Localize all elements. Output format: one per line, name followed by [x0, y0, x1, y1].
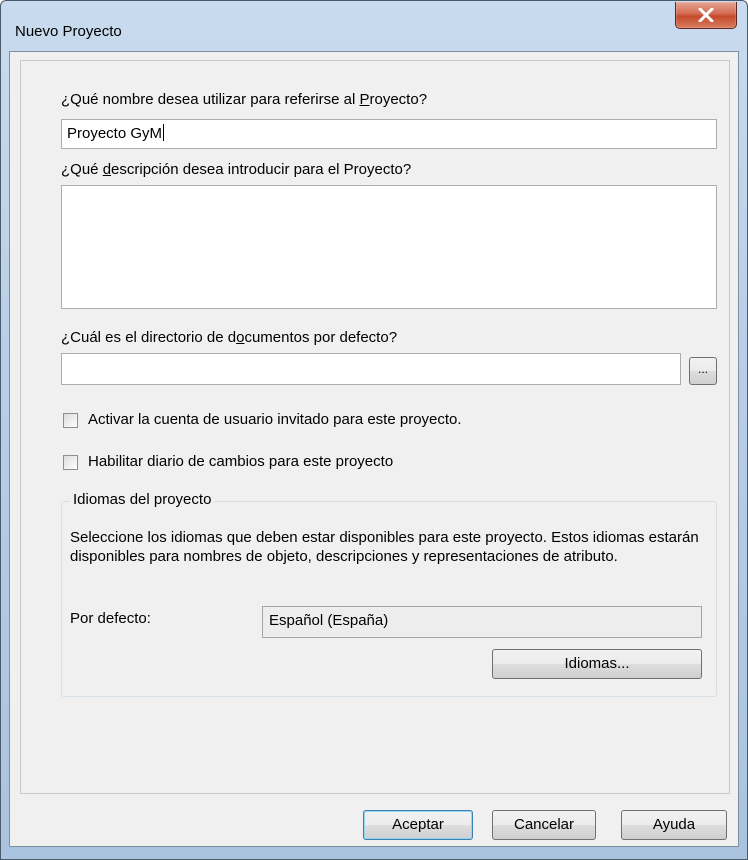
help-button[interactable]: Ayuda	[621, 810, 727, 840]
project-description-label: ¿Qué descripción desea introducir para e…	[61, 161, 412, 178]
project-description-textarea[interactable]	[61, 185, 717, 309]
languages-button[interactable]: Idiomas...	[492, 649, 702, 679]
cancel-button[interactable]: Cancelar	[492, 810, 596, 840]
documents-directory-input[interactable]	[61, 353, 681, 385]
project-name-label: ¿Qué nombre desea utilizar para referirs…	[61, 91, 428, 108]
browse-button[interactable]: ...	[689, 357, 717, 385]
project-languages-group: Idiomas del proyecto Seleccione los idio…	[61, 491, 717, 697]
window-title: Nuevo Proyecto	[15, 23, 122, 40]
default-language-field: Español (España)	[262, 606, 702, 638]
title-bar[interactable]: Nuevo Proyecto	[1, 1, 747, 51]
default-language-label: Por defecto:	[70, 610, 151, 627]
guest-account-label: Activar la cuenta de usuario invitado pa…	[88, 411, 462, 428]
documents-directory-label: ¿Cuál es el directorio de documentos por…	[61, 329, 398, 346]
guest-account-checkbox[interactable]	[63, 413, 78, 428]
close-icon	[698, 8, 714, 22]
project-languages-description: Seleccione los idiomas que deben estar d…	[70, 529, 699, 565]
change-log-label: Habilitar diario de cambios para este pr…	[88, 453, 394, 470]
accept-button[interactable]: Aceptar	[363, 810, 473, 840]
dialog-client-area: ¿Qué nombre desea utilizar para referirs…	[9, 51, 739, 847]
project-languages-group-title: Idiomas del proyecto	[70, 491, 215, 508]
dialog-window: Nuevo Proyecto ¿Qué nombre desea utiliza…	[0, 0, 748, 860]
form-panel: ¿Qué nombre desea utilizar para referirs…	[20, 60, 730, 794]
project-name-input[interactable]: Proyecto GyM	[61, 119, 717, 149]
close-button[interactable]	[675, 2, 737, 29]
change-log-checkbox[interactable]	[63, 455, 78, 470]
